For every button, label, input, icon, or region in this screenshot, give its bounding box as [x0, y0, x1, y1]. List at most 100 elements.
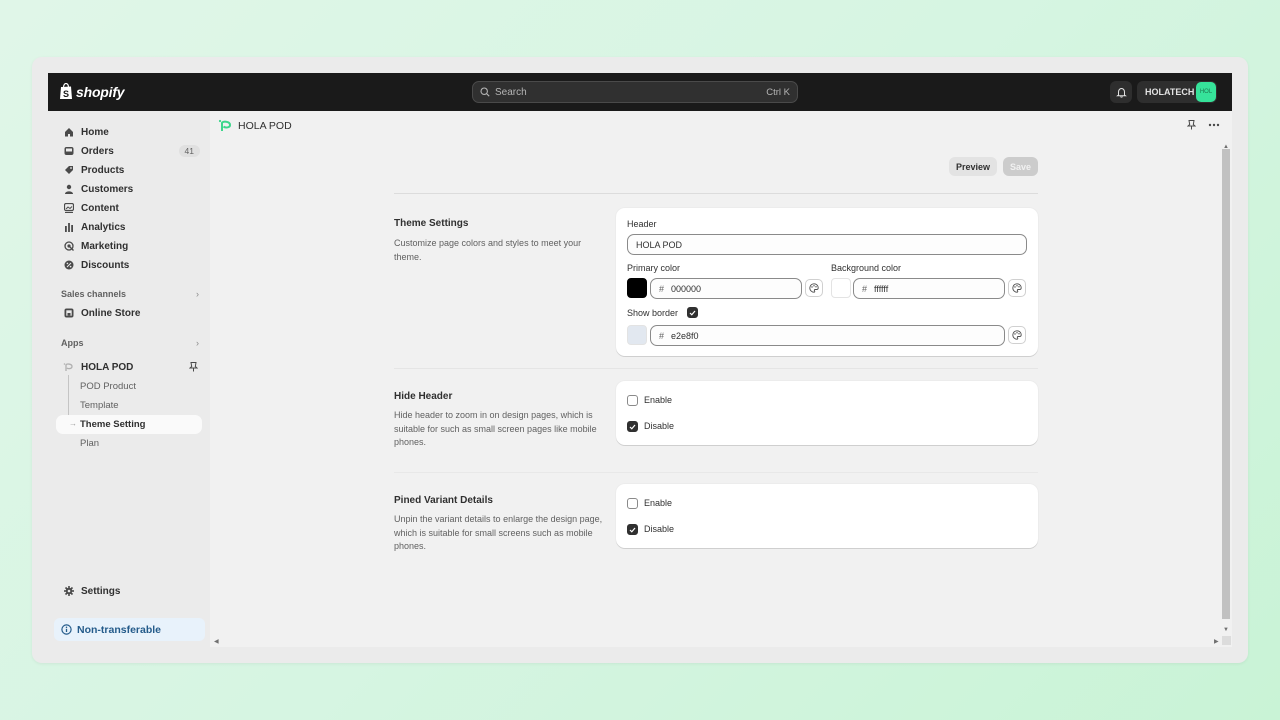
scroll-left-arrow[interactable]: ◀: [214, 638, 219, 645]
background-color-swatch[interactable]: [831, 278, 851, 298]
hide-header-enable-label[interactable]: Enable: [644, 395, 672, 405]
search-input[interactable]: Search Ctrl K: [472, 81, 798, 103]
sidebar-item-content[interactable]: Content: [56, 199, 204, 217]
app-title-bar: HOLA POD: [218, 119, 292, 132]
main-content: HOLA POD Preview Save Theme Settings Cus…: [210, 111, 1232, 647]
image-icon: [63, 203, 74, 214]
bell-icon: [1115, 87, 1127, 98]
hide-header-description: Hide header to zoom in on design pages, …: [394, 410, 597, 447]
apps-header[interactable]: Apps ›: [61, 338, 199, 348]
non-transferable-notice[interactable]: Non-transferable: [54, 618, 205, 641]
checkmark-icon: [689, 310, 696, 316]
border-color-input[interactable]: # e2e8f0: [650, 325, 1005, 346]
hide-header-disable-label[interactable]: Disable: [644, 421, 674, 431]
orders-count-badge: 41: [178, 145, 200, 157]
sidebar-subitem-theme-setting[interactable]: Theme Setting: [80, 419, 145, 430]
gear-icon: [63, 586, 74, 597]
sidebar-item-marketing[interactable]: Marketing: [56, 237, 204, 255]
show-border-label: Show border: [627, 308, 679, 318]
border-color-value: e2e8f0: [671, 330, 699, 341]
more-options-icon[interactable]: [1208, 123, 1220, 127]
sidebar-item-label: Marketing: [81, 240, 129, 252]
avatar: HOL: [1196, 82, 1216, 102]
theme-settings-description: Customize page colors and styles to meet…: [394, 238, 582, 262]
brand-name: shopify: [76, 83, 125, 100]
palette-icon: [1012, 283, 1022, 293]
pinned-variant-disable-checkbox[interactable]: [627, 524, 638, 535]
store-icon: [63, 308, 74, 319]
scroll-right-arrow[interactable]: ▶: [1214, 638, 1219, 645]
shopify-logo[interactable]: S shopify: [59, 83, 125, 100]
sidebar-item-orders[interactable]: Orders 41: [56, 142, 204, 160]
border-color-swatch[interactable]: [627, 325, 647, 345]
sales-channels-header[interactable]: Sales channels ›: [61, 289, 199, 299]
vertical-scrollbar[interactable]: [1222, 149, 1230, 619]
pinned-variant-enable-label[interactable]: Enable: [644, 498, 672, 508]
hola-pod-app-icon: [63, 362, 74, 373]
background-color-value: ffffff: [874, 283, 889, 294]
sidebar-subitem-template[interactable]: Template: [80, 400, 119, 411]
hide-header-enable-checkbox[interactable]: [627, 395, 638, 406]
divider: [394, 368, 1038, 369]
hash-prefix: #: [862, 283, 868, 294]
sidebar-item-label: HOLA POD: [81, 361, 134, 373]
sidebar-item-customers[interactable]: Customers: [56, 180, 204, 198]
primary-color-picker-button[interactable]: [805, 279, 823, 297]
bar-chart-icon: [63, 222, 74, 233]
pinned-variant-disable-label[interactable]: Disable: [644, 524, 674, 534]
primary-color-label: Primary color: [627, 263, 681, 273]
border-color-picker-button[interactable]: [1008, 326, 1026, 344]
tag-icon: [63, 165, 74, 176]
pinned-variant-enable-checkbox[interactable]: [627, 498, 638, 509]
inbox-icon: [63, 146, 74, 157]
scrollbar-corner: [1222, 636, 1231, 645]
sidebar-item-analytics[interactable]: Analytics: [56, 218, 204, 236]
background-color-input[interactable]: # ffffff: [853, 278, 1005, 299]
header-input-value: HOLA POD: [636, 239, 683, 250]
sidebar-item-label: Analytics: [81, 221, 126, 233]
pin-icon[interactable]: [189, 362, 198, 372]
sidebar-item-home[interactable]: Home: [56, 123, 204, 141]
sidebar-item-label: Discounts: [81, 259, 130, 271]
sidebar-item-products[interactable]: Products: [56, 161, 204, 179]
pin-icon[interactable]: [1187, 120, 1196, 130]
save-button[interactable]: Save: [1003, 157, 1038, 176]
app-actions: [1187, 120, 1220, 130]
discount-icon: [63, 260, 74, 271]
sidebar-item-label: Customers: [81, 183, 134, 195]
sidebar-subitem-plan[interactable]: Plan: [80, 438, 99, 449]
sidebar-item-discounts[interactable]: Discounts: [56, 256, 204, 274]
background-color-label: Background color: [831, 263, 902, 273]
chevron-right-icon: ›: [196, 338, 199, 348]
palette-icon: [809, 283, 819, 293]
primary-color-swatch[interactable]: [627, 278, 647, 298]
pinned-variant-title: Pined Variant Details: [394, 495, 493, 506]
background-color-picker-button[interactable]: [1008, 279, 1026, 297]
hola-pod-logo-icon: [218, 119, 232, 131]
header-input[interactable]: HOLA POD: [627, 234, 1027, 255]
search-placeholder: Search: [495, 86, 527, 98]
checkmark-icon: [629, 527, 636, 533]
show-border-checkbox[interactable]: [687, 307, 698, 318]
info-icon: [61, 624, 72, 635]
preview-button[interactable]: Preview: [949, 157, 997, 176]
sidebar-item-hola-pod[interactable]: HOLA POD: [56, 358, 204, 376]
primary-color-input[interactable]: # 000000: [650, 278, 802, 299]
search-shortcut: Ctrl K: [766, 86, 790, 98]
notifications-button[interactable]: [1110, 81, 1132, 103]
sidebar-item-label: Home: [81, 126, 109, 138]
hide-header-disable-checkbox[interactable]: [627, 421, 638, 432]
hide-header-card: Enable Disable: [616, 381, 1038, 445]
shopping-bag-icon: S: [60, 83, 72, 99]
pinned-variant-card: Enable Disable: [616, 484, 1038, 548]
target-icon: [63, 241, 74, 252]
palette-icon: [1012, 330, 1022, 340]
account-menu[interactable]: HOLATECH HOL: [1137, 81, 1217, 103]
person-icon: [63, 184, 74, 195]
hash-prefix: #: [659, 283, 665, 294]
sidebar-item-settings[interactable]: Settings: [56, 582, 204, 600]
divider: [394, 472, 1038, 473]
sidebar-item-online-store[interactable]: Online Store: [56, 304, 204, 322]
sidebar-subitem-pod-product[interactable]: POD Product: [80, 381, 136, 392]
scroll-down-arrow[interactable]: ▼: [1223, 627, 1229, 633]
